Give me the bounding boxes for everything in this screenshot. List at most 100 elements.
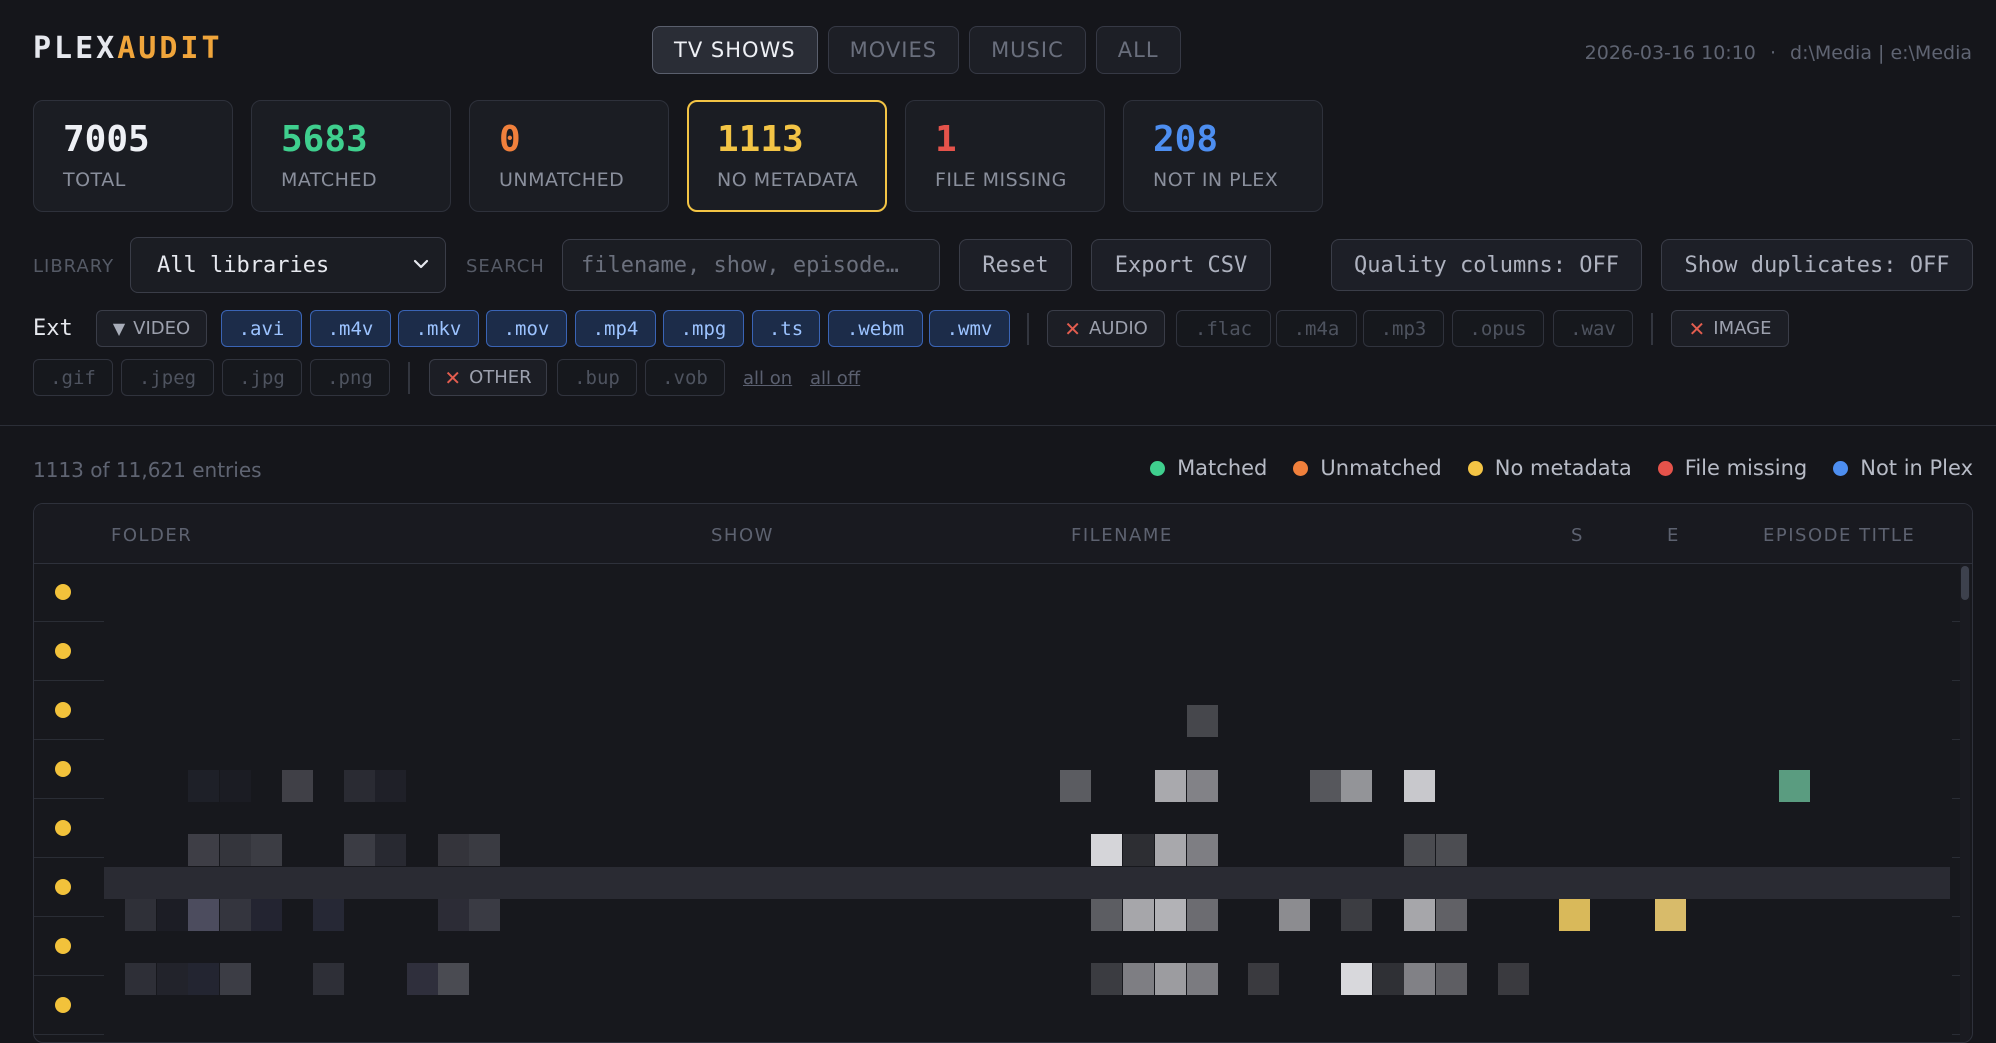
all-on-link[interactable]: all on — [743, 368, 792, 389]
collapse-triangle-icon: ▼ — [112, 319, 126, 338]
stat-card-file-missing[interactable]: 1 FILE MISSING — [905, 100, 1105, 212]
ext-group-audio-toggle[interactable]: ✕ AUDIO — [1047, 310, 1165, 347]
ext-chip-wav[interactable]: .wav — [1553, 310, 1633, 347]
table-row[interactable] — [34, 622, 1972, 681]
column-header-episode[interactable]: E — [1667, 525, 1680, 546]
ext-chip-mov[interactable]: .mov — [486, 310, 567, 347]
ext-chip-mp3[interactable]: .mp3 — [1363, 310, 1444, 347]
ext-chip-gif[interactable]: .gif — [33, 359, 113, 396]
ext-chip-opus[interactable]: .opus — [1452, 310, 1544, 347]
ext-chip-mkv[interactable]: .mkv — [398, 310, 479, 347]
obscured-cell-block — [188, 770, 219, 802]
obscured-cell-block — [313, 963, 344, 995]
status-dot — [1833, 460, 1849, 476]
obscured-cell-block — [1404, 770, 1435, 802]
chevron-down-icon — [413, 259, 429, 269]
obscured-cell-block — [125, 963, 156, 995]
obscured-cell-block — [1498, 963, 1529, 995]
stat-label: UNMATCHED — [499, 169, 625, 191]
legend-matched: Matched — [1150, 456, 1267, 480]
ext-group-image-toggle[interactable]: ✕ IMAGE — [1671, 310, 1789, 347]
vertical-scrollbar[interactable] — [1960, 564, 1970, 1042]
column-header-folder[interactable]: FOLDER — [111, 525, 192, 546]
ext-chip-m4a[interactable]: .m4a — [1276, 310, 1357, 347]
obscured-cell-block — [375, 834, 406, 866]
legend-file-missing: File missing — [1657, 456, 1807, 480]
ext-chip-flac[interactable]: .flac — [1176, 310, 1271, 347]
table-row[interactable] — [34, 563, 1972, 622]
results-table: FOLDER SHOW FILENAME S E EPISODE TITLE — [33, 503, 1973, 1043]
row-divider — [34, 1034, 104, 1035]
status-dot — [55, 761, 71, 777]
stat-card-matched[interactable]: 5683 MATCHED — [251, 100, 451, 212]
column-header-season[interactable]: S — [1571, 525, 1584, 546]
legend-no-metadata: No metadata — [1467, 456, 1632, 480]
ext-group-video-toggle[interactable]: ▼ VIDEO — [96, 310, 207, 347]
column-header-episode-title[interactable]: EPISODE TITLE — [1763, 525, 1915, 546]
table-row[interactable] — [34, 740, 1972, 799]
app-logo: PLEXAUDIT — [33, 31, 223, 66]
obscured-cell-block — [251, 899, 282, 931]
stat-value: 5683 — [281, 119, 368, 160]
stat-card-total[interactable]: 7005 TOTAL — [33, 100, 233, 212]
table-row[interactable] — [34, 681, 1972, 740]
column-header-filename[interactable]: FILENAME — [1071, 525, 1173, 546]
status-dot — [55, 584, 71, 600]
all-off-link[interactable]: all off — [810, 368, 860, 389]
obscured-cell-block — [1279, 899, 1310, 931]
ext-chip-bup[interactable]: .bup — [557, 359, 637, 396]
obscured-cell-block — [1187, 705, 1218, 737]
tab-movies[interactable]: MOVIES — [827, 26, 960, 74]
obscured-cell-block — [1187, 899, 1218, 931]
obscured-cell-block — [313, 899, 344, 931]
obscured-cell-block — [1123, 899, 1154, 931]
obscured-cell-block — [1091, 834, 1122, 866]
ext-chip-jpg[interactable]: .jpg — [222, 359, 302, 396]
obscured-cell-block — [188, 899, 219, 931]
stat-card-not-in-plex[interactable]: 208 NOT IN PLEX — [1123, 100, 1323, 212]
obscured-cell-block — [1655, 899, 1686, 931]
stat-card-no-metadata[interactable]: 1113 NO METADATA — [687, 100, 887, 212]
table-header: FOLDER SHOW FILENAME S E EPISODE TITLE — [34, 504, 1972, 564]
obscured-cell-block — [1341, 899, 1372, 931]
stat-value: 1113 — [717, 119, 804, 160]
tab-music[interactable]: MUSIC — [969, 26, 1086, 74]
obscured-cell-block — [251, 834, 282, 866]
ext-chip-wmv[interactable]: .wmv — [929, 310, 1010, 347]
ext-chip-avi[interactable]: .avi — [221, 310, 302, 347]
divider — [1027, 313, 1029, 345]
table-row[interactable] — [34, 799, 1972, 858]
tab-tv-shows[interactable]: TV SHOWS — [652, 26, 818, 74]
ext-group-other-toggle[interactable]: ✕ OTHER — [429, 359, 547, 396]
quality-columns-toggle[interactable]: Quality columns: OFF — [1331, 239, 1642, 291]
reset-button[interactable]: Reset — [959, 239, 1072, 291]
scrollbar-thumb[interactable] — [1961, 566, 1969, 600]
search-label: SEARCH — [466, 256, 545, 277]
export-csv-button[interactable]: Export CSV — [1091, 239, 1271, 291]
scan-info: 2026-03-16 10:10 · d:\Media | e:\Media — [1585, 42, 1972, 64]
close-icon: ✕ — [1688, 316, 1706, 341]
ext-chip-png[interactable]: .png — [310, 359, 390, 396]
tab-all[interactable]: ALL — [1095, 26, 1181, 74]
stat-cards: 7005 TOTAL 5683 MATCHED 0 UNMATCHED 1113… — [33, 100, 1323, 212]
ext-chip-m4v[interactable]: .m4v — [310, 310, 391, 347]
legend-label: No metadata — [1494, 456, 1632, 480]
search-input[interactable] — [562, 239, 940, 291]
ext-chip-vob[interactable]: .vob — [645, 359, 725, 396]
ext-chip-ts[interactable]: .ts — [752, 310, 820, 347]
ext-chip-webm[interactable]: .webm — [828, 310, 923, 347]
show-duplicates-toggle[interactable]: Show duplicates: OFF — [1661, 239, 1973, 291]
library-select[interactable]: All libraries — [130, 237, 446, 293]
obscured-cell-block — [1779, 770, 1810, 802]
legend-label: Unmatched — [1320, 456, 1442, 480]
ext-chip-mpg[interactable]: .mpg — [663, 310, 744, 347]
legend-label: Not in Plex — [1860, 456, 1973, 480]
obscured-cell-block — [1341, 963, 1372, 995]
stat-value: 208 — [1153, 119, 1219, 160]
column-header-show[interactable]: SHOW — [711, 525, 774, 546]
ext-chip-jpeg[interactable]: .jpeg — [121, 359, 214, 396]
stat-label: NO METADATA — [717, 169, 859, 191]
stat-card-unmatched[interactable]: 0 UNMATCHED — [469, 100, 669, 212]
ext-chip-mp4[interactable]: .mp4 — [575, 310, 656, 347]
obscured-cell-block — [282, 770, 313, 802]
